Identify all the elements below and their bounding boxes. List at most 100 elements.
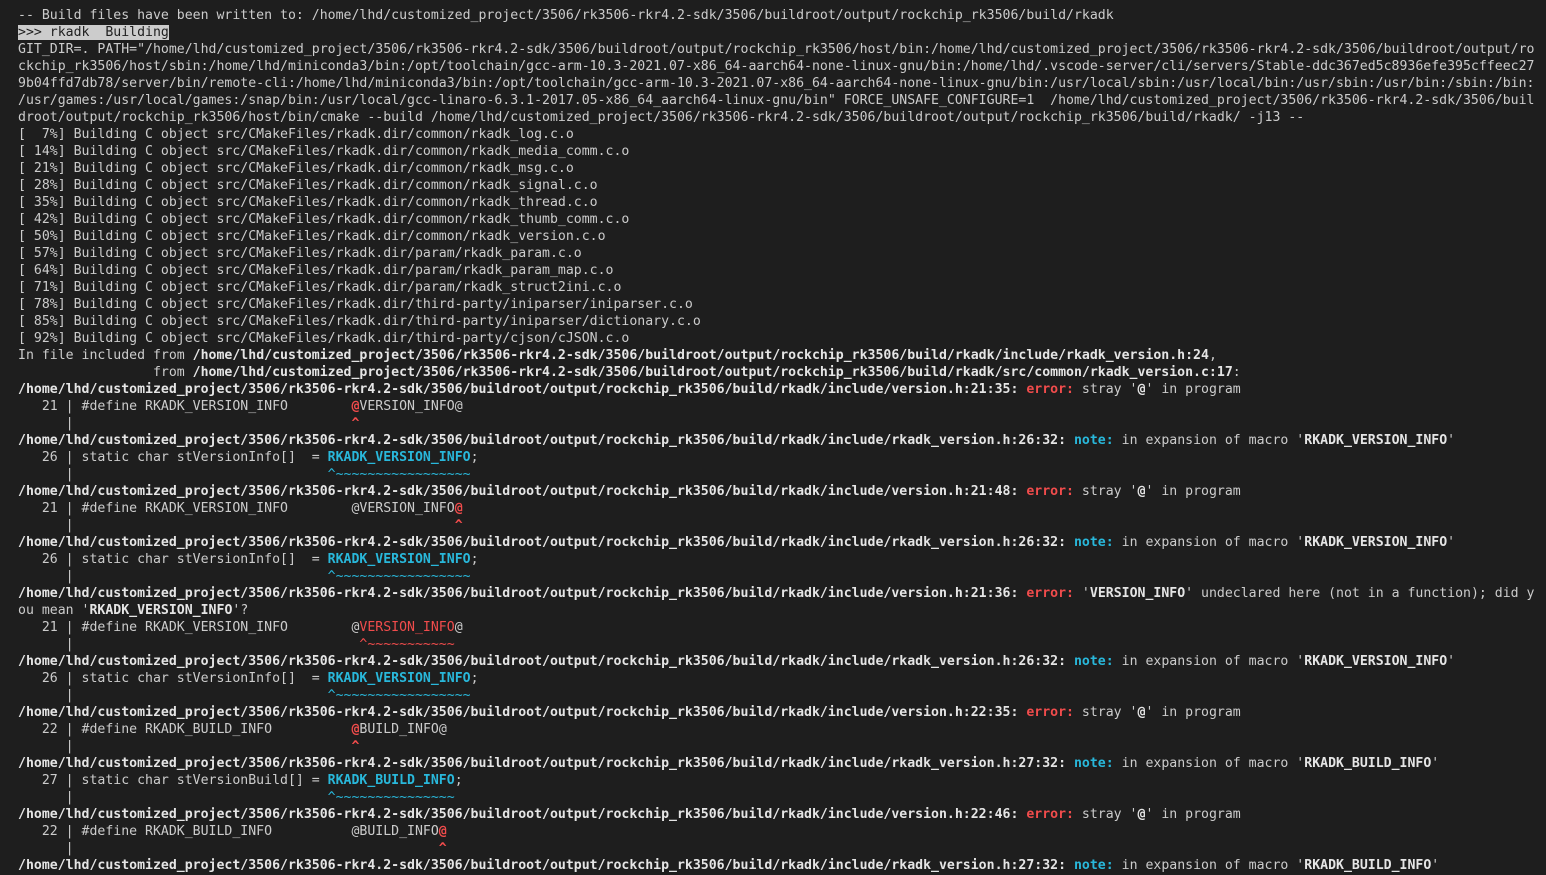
terminal-line: from /home/lhd/customized_project/3506/r… bbox=[18, 364, 1546, 381]
terminal-line: [ 7%] Building C object src/CMakeFiles/r… bbox=[18, 126, 1546, 143]
terminal-text-segment: ' in program bbox=[1145, 382, 1241, 397]
terminal-text-segment: error: bbox=[1026, 382, 1074, 397]
terminal-line: /home/lhd/customized_project/3506/rk3506… bbox=[18, 483, 1546, 500]
terminal-line: 27 | static char stVersionBuild[] = RKAD… bbox=[18, 772, 1546, 789]
terminal-text-segment: '? bbox=[232, 603, 249, 618]
terminal-text-segment: RKADK_VERSION_INFO bbox=[1304, 654, 1448, 669]
terminal-text-segment: /home/lhd/customized_project/3506/rk3506… bbox=[18, 807, 1019, 822]
terminal-text-segment: @ bbox=[454, 620, 463, 635]
terminal-text-segment: 9b04ffd7db78/server/bin/remote-cli:/home… bbox=[18, 76, 1535, 91]
terminal-text-segment: /home/lhd/customized_project/3506/rk3506… bbox=[18, 654, 1067, 669]
terminal-text-segment: VERSION_INFO bbox=[1089, 586, 1186, 601]
terminal-text-segment: error: bbox=[1026, 586, 1074, 601]
terminal-line: | ^~~~~~~~~~~~ bbox=[18, 636, 1546, 653]
terminal-text-segment: ^~~~~~~~~~~~~~~~~~ bbox=[327, 467, 471, 482]
terminal-text-segment: /home/lhd/customized_project/3506/rk3506… bbox=[18, 535, 1067, 550]
terminal-line: /home/lhd/customized_project/3506/rk3506… bbox=[18, 806, 1546, 823]
terminal-text-segment: BUILD_INFO@ bbox=[359, 722, 447, 737]
terminal-text-segment: RKADK_VERSION_INFO bbox=[89, 603, 233, 618]
terminal-text-segment: in expansion of macro ' bbox=[1113, 756, 1305, 771]
terminal-text-segment: ; bbox=[454, 773, 463, 788]
terminal-line: 26 | static char stVersionInfo[] = RKADK… bbox=[18, 670, 1546, 687]
terminal-text-segment: stray ' bbox=[1073, 484, 1138, 499]
terminal-line: | ^ bbox=[18, 840, 1546, 857]
terminal-text-segment: note: bbox=[1073, 756, 1114, 771]
terminal-text-segment: [ 92%] Building C object src/CMakeFiles/… bbox=[18, 331, 630, 346]
terminal-line: [ 35%] Building C object src/CMakeFiles/… bbox=[18, 194, 1546, 211]
terminal-line: ou mean 'RKADK_VERSION_INFO'? bbox=[18, 602, 1546, 619]
terminal-text-segment: | bbox=[18, 416, 288, 431]
terminal-text-segment: ; bbox=[470, 552, 479, 567]
terminal-line: [ 21%] Building C object src/CMakeFiles/… bbox=[18, 160, 1546, 177]
terminal-text-segment: @ bbox=[438, 824, 447, 839]
terminal-text-segment: 21 | #define RKADK_VERSION_INFO bbox=[18, 399, 352, 414]
terminal-text-segment: ' in program bbox=[1145, 484, 1241, 499]
terminal-text-segment: RKADK_VERSION_INFO bbox=[327, 552, 471, 567]
terminal-line: [ 14%] Building C object src/CMakeFiles/… bbox=[18, 143, 1546, 160]
terminal-line: /home/lhd/customized_project/3506/rk3506… bbox=[18, 755, 1546, 772]
terminal-text-segment: from bbox=[18, 365, 193, 380]
terminal-text-segment: /home/lhd/customized_project/3506/rk3506… bbox=[18, 382, 1019, 397]
terminal-line: | ^ bbox=[18, 738, 1546, 755]
terminal-text-segment: /home/lhd/customized_project/3506/rk3506… bbox=[192, 365, 1233, 380]
terminal-text-segment: [ 14%] Building C object src/CMakeFiles/… bbox=[18, 144, 630, 159]
terminal-text-segment: 21 | #define RKADK_VERSION_INFO @ bbox=[18, 620, 360, 635]
terminal-line: GIT_DIR=. PATH="/home/lhd/customized_pro… bbox=[18, 41, 1546, 58]
terminal-text-segment: | bbox=[18, 518, 455, 533]
terminal-text-segment: ^ bbox=[287, 416, 360, 431]
terminal-line: /home/lhd/customized_project/3506/rk3506… bbox=[18, 432, 1546, 449]
terminal-line: 22 | #define RKADK_BUILD_INFO @BUILD_INF… bbox=[18, 823, 1546, 840]
terminal-text-segment: GIT_DIR=. PATH="/home/lhd/customized_pro… bbox=[18, 42, 1535, 57]
terminal-text-segment: | bbox=[18, 841, 439, 856]
terminal-line: 26 | static char stVersionInfo[] = RKADK… bbox=[18, 449, 1546, 466]
terminal-line: /usr/games:/usr/local/games:/snap/bin:/u… bbox=[18, 92, 1546, 109]
terminal-text-segment: /home/lhd/customized_project/3506/rk3506… bbox=[18, 586, 1019, 601]
terminal-line: /home/lhd/customized_project/3506/rk3506… bbox=[18, 857, 1546, 874]
terminal-text-segment: RKADK_VERSION_INFO bbox=[1304, 433, 1448, 448]
terminal-text-segment: RKADK_BUILD_INFO bbox=[1304, 756, 1432, 771]
terminal-text-segment: [ 50%] Building C object src/CMakeFiles/… bbox=[18, 229, 606, 244]
terminal-line: [ 71%] Building C object src/CMakeFiles/… bbox=[18, 279, 1546, 296]
terminal-text-segment: ^ bbox=[438, 841, 447, 856]
terminal-text-segment: in expansion of macro ' bbox=[1113, 654, 1305, 669]
terminal-text-segment: @ bbox=[454, 501, 463, 516]
terminal-text-segment: ^ bbox=[454, 518, 463, 533]
terminal-line: ckchip_rk3506/host/sbin:/home/lhd/minico… bbox=[18, 58, 1546, 75]
terminal-text-segment: [ 71%] Building C object src/CMakeFiles/… bbox=[18, 280, 622, 295]
terminal-line: 21 | #define RKADK_VERSION_INFO @VERSION… bbox=[18, 619, 1546, 636]
terminal-text-segment: [ 28%] Building C object src/CMakeFiles/… bbox=[18, 178, 598, 193]
terminal-text-segment: error: bbox=[1026, 807, 1074, 822]
terminal-text-segment: in expansion of macro ' bbox=[1113, 433, 1305, 448]
terminal-text-segment: stray ' bbox=[1073, 705, 1138, 720]
terminal-text-segment: RKADK_VERSION_INFO bbox=[327, 671, 471, 686]
terminal-text-segment: [ 21%] Building C object src/CMakeFiles/… bbox=[18, 161, 574, 176]
terminal-line: >>> rkadk Building bbox=[18, 24, 1546, 41]
terminal-line: [ 92%] Building C object src/CMakeFiles/… bbox=[18, 330, 1546, 347]
terminal-text-segment: stray ' bbox=[1073, 807, 1138, 822]
terminal-text-segment: stray ' bbox=[1073, 382, 1138, 397]
terminal-line: 21 | #define RKADK_VERSION_INFO @VERSION… bbox=[18, 500, 1546, 517]
terminal-output[interactable]: -- Build files have been written to: /ho… bbox=[0, 0, 1546, 875]
terminal-text-segment: 22 | #define RKADK_BUILD_INFO @BUILD_INF… bbox=[18, 824, 439, 839]
terminal-text-segment: /home/lhd/customized_project/3506/rk3506… bbox=[18, 705, 1019, 720]
terminal-line: [ 50%] Building C object src/CMakeFiles/… bbox=[18, 228, 1546, 245]
terminal-line: | ^~~~~~~~~~~~~~~~~~ bbox=[18, 687, 1546, 704]
terminal-text-segment: in expansion of macro ' bbox=[1113, 535, 1305, 550]
terminal-line: 21 | #define RKADK_VERSION_INFO @VERSION… bbox=[18, 398, 1546, 415]
terminal-text-segment: ' bbox=[1447, 535, 1456, 550]
terminal-line: [ 42%] Building C object src/CMakeFiles/… bbox=[18, 211, 1546, 228]
terminal-line: [ 64%] Building C object src/CMakeFiles/… bbox=[18, 262, 1546, 279]
terminal-line: | ^~~~~~~~~~~~~~~~~~ bbox=[18, 568, 1546, 585]
terminal-text-segment: , bbox=[1208, 348, 1217, 363]
terminal-line: droot/output/rockchip_rk3506/host/bin/cm… bbox=[18, 109, 1546, 126]
terminal-text-segment: VERSION_INFO bbox=[359, 620, 455, 635]
terminal-line: [ 28%] Building C object src/CMakeFiles/… bbox=[18, 177, 1546, 194]
terminal-text-segment: [ 35%] Building C object src/CMakeFiles/… bbox=[18, 195, 598, 210]
terminal-text-segment: error: bbox=[1026, 705, 1074, 720]
terminal-text-segment: 27 | static char stVersionBuild[] = bbox=[18, 773, 328, 788]
terminal-line: In file included from /home/lhd/customiz… bbox=[18, 347, 1546, 364]
terminal-line: /home/lhd/customized_project/3506/rk3506… bbox=[18, 653, 1546, 670]
